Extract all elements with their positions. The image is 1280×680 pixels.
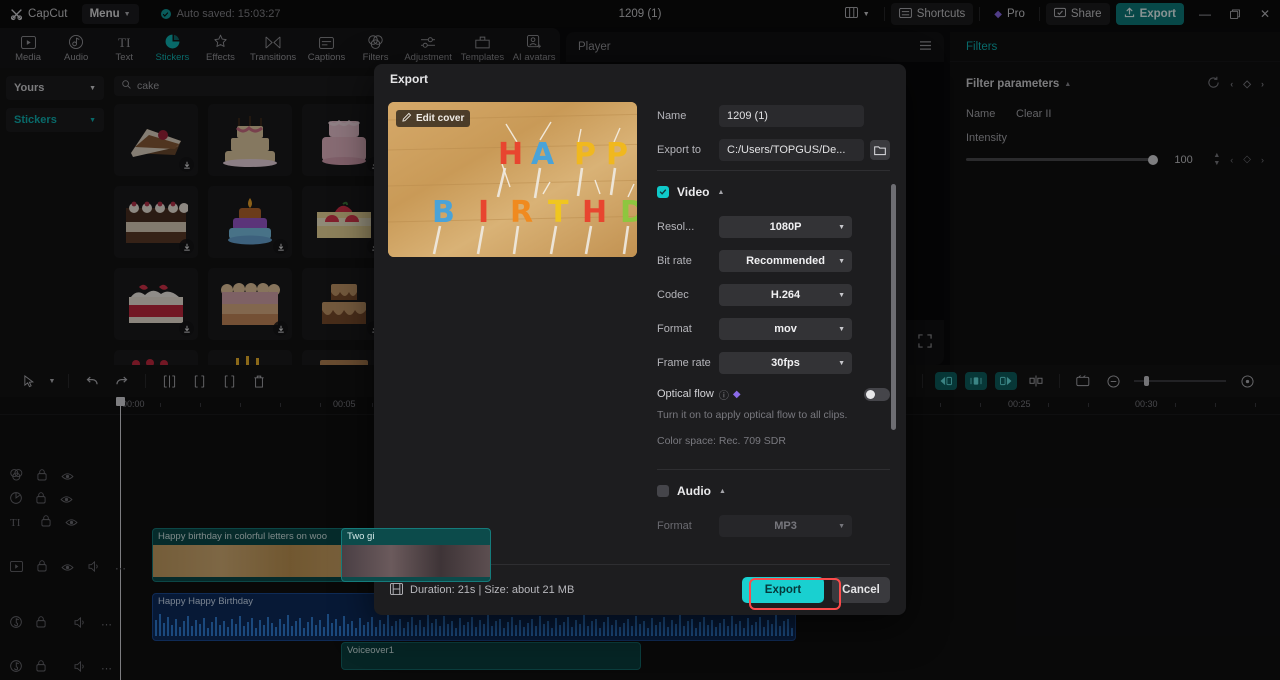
chevron-down-icon: ▼ <box>838 325 845 333</box>
optical-flow-label: Optical flow <box>657 388 714 400</box>
resolution-value: 1080P <box>769 221 802 233</box>
optical-flow-row: Optical flow ⓘ ◆ <box>657 383 890 405</box>
clip-label: Two gi <box>347 531 375 542</box>
video-checkbox[interactable] <box>657 186 669 198</box>
info-icon[interactable]: ⓘ <box>719 387 729 402</box>
chevron-up-icon: ▲ <box>717 188 725 196</box>
bitrate-select[interactable]: Recommended ▼ <box>719 250 852 272</box>
folder-icon[interactable] <box>870 140 890 160</box>
framerate-key: Frame rate <box>657 357 711 369</box>
audio-format-row: Format MP3 ▼ <box>657 512 890 540</box>
codec-select[interactable]: H.264 ▼ <box>719 284 852 306</box>
export-path-input[interactable]: C:/Users/TOPGUS/De... <box>719 139 864 161</box>
duration-info: Duration: 21s | Size: about 21 MB <box>390 582 575 598</box>
film-icon <box>390 582 403 598</box>
name-input[interactable]: 1209 (1) <box>719 105 864 127</box>
name-key: Name <box>657 110 687 122</box>
svg-text:B: B <box>432 195 455 230</box>
framerate-select[interactable]: 30fps ▼ <box>719 352 852 374</box>
svg-text:A: A <box>531 137 555 172</box>
divider <box>657 170 890 171</box>
chevron-down-icon: ▼ <box>838 257 845 265</box>
codec-key: Codec <box>657 289 689 301</box>
dialog-scrollbar[interactable] <box>891 184 896 430</box>
codec-row: Codec H.264 ▼ <box>657 281 890 309</box>
bitrate-key: Bit rate <box>657 255 692 267</box>
clip-thumbnail-strip <box>342 545 490 577</box>
svg-text:I: I <box>478 195 489 230</box>
chevron-down-icon: ▼ <box>838 359 845 367</box>
video-section-header[interactable]: Video ▲ <box>657 181 890 203</box>
name-row: Name 1209 (1) <box>657 102 890 130</box>
divider <box>657 469 890 470</box>
svg-text:H: H <box>582 195 607 230</box>
audio-section-header[interactable]: Audio ▲ <box>657 480 890 502</box>
export-button-highlight <box>749 578 841 610</box>
format-select[interactable]: mov ▼ <box>719 318 852 340</box>
edit-cover-label: Edit cover <box>416 113 465 124</box>
scrollbar-thumb[interactable] <box>891 184 896 430</box>
export-to-row: Export to C:/Users/TOPGUS/De... <box>657 136 890 164</box>
bitrate-value: Recommended <box>746 255 825 267</box>
video-section-label: Video <box>677 185 710 199</box>
svg-text:P: P <box>574 137 596 172</box>
framerate-value: 30fps <box>771 357 800 369</box>
export-dialog-title: Export <box>390 72 429 86</box>
capcut-window: CapCut Menu ▼ Auto saved: 15:03:27 1209 … <box>0 0 1280 680</box>
format-key: Format <box>657 323 692 335</box>
optical-flow-hint: Turn it on to apply optical flow to all … <box>657 409 848 421</box>
audio-section-label: Audio <box>677 484 711 498</box>
export-settings: Name 1209 (1) Export to C:/Users/TOPGUS/… <box>657 102 896 564</box>
export-to-key: Export to <box>657 144 702 156</box>
svg-text:D: D <box>620 195 637 230</box>
timeline-clip-b[interactable]: Two gi <box>341 528 491 582</box>
format-row: Format mov ▼ <box>657 315 890 343</box>
audio-format-value: MP3 <box>774 520 797 532</box>
audio-format-select: MP3 ▼ <box>719 515 852 537</box>
audio-checkbox[interactable] <box>657 485 669 497</box>
diamond-icon: ◆ <box>732 388 741 400</box>
resolution-key: Resol... <box>657 221 695 233</box>
edit-cover-button[interactable]: Edit cover <box>396 110 471 127</box>
chevron-down-icon: ▼ <box>838 291 845 299</box>
export-dialog-body: H A P P B I R T H D Edit cover Name 1209… <box>374 94 906 564</box>
chevron-down-icon: ▼ <box>838 223 845 231</box>
svg-text:P: P <box>606 137 628 172</box>
codec-value: H.264 <box>770 289 801 301</box>
optical-flow-toggle[interactable] <box>864 387 890 401</box>
bitrate-row: Bit rate Recommended ▼ <box>657 247 890 275</box>
chevron-down-icon: ▼ <box>838 522 845 530</box>
duration-text: Duration: 21s | Size: about 21 MB <box>410 584 575 596</box>
resolution-row: Resol... 1080P ▼ <box>657 213 890 241</box>
pencil-icon <box>402 112 412 125</box>
svg-text:R: R <box>510 195 533 230</box>
svg-text:T: T <box>548 195 569 230</box>
cover-preview[interactable]: H A P P B I R T H D Edit cover <box>388 102 637 257</box>
format-value: mov <box>774 323 797 335</box>
color-space-label: Color space: Rec. 709 SDR <box>657 435 786 447</box>
framerate-row: Frame rate 30fps ▼ <box>657 349 890 377</box>
svg-text:H: H <box>498 137 523 172</box>
resolution-select[interactable]: 1080P ▼ <box>719 216 852 238</box>
chevron-up-icon: ▲ <box>719 487 726 495</box>
audio-format-key: Format <box>657 520 692 532</box>
